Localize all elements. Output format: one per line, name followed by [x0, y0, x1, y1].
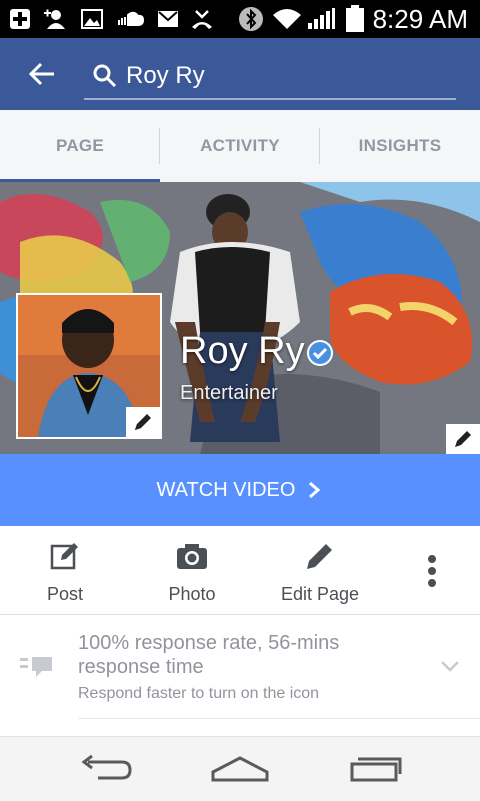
search-query-text: Roy Ry — [126, 62, 205, 89]
compose-icon — [5, 538, 125, 574]
camera-icon — [132, 538, 252, 574]
photo-action-button[interactable]: Photo — [132, 538, 252, 605]
signal-icon — [306, 7, 336, 31]
post-action-button[interactable]: Post — [5, 538, 125, 605]
profile-picture[interactable] — [16, 293, 162, 439]
response-rate-title: 100% response rate, 56-mins response tim… — [78, 632, 340, 678]
watch-video-button[interactable]: WATCH VIDEO — [0, 454, 480, 526]
post-action-label: Post — [46, 584, 84, 604]
chevron-down-icon[interactable] — [440, 659, 460, 678]
nav-back-button[interactable] — [66, 749, 146, 789]
message-bubble-icon — [20, 655, 56, 686]
more-vertical-icon — [372, 538, 480, 604]
cover-photo[interactable]: Roy Ry Entertainer — [0, 182, 480, 454]
status-bar: 8:29 AM — [0, 0, 480, 38]
response-rate-row[interactable]: 100% response rate, 56-mins response tim… — [0, 615, 480, 719]
recents-icon — [350, 757, 402, 782]
watch-video-label: WATCH VIDEO — [156, 478, 296, 501]
back-icon — [81, 754, 132, 780]
tab-activity[interactable]: ACTIVITY — [160, 110, 320, 182]
search-input[interactable]: Roy Ry — [84, 54, 456, 100]
edit-page-action-button[interactable]: Edit Page — [260, 538, 380, 605]
divider — [78, 718, 480, 719]
status-time: 8:29 AM — [372, 4, 468, 34]
system-nav-bar — [0, 736, 480, 801]
search-header: Roy Ry — [0, 38, 480, 110]
pencil-icon — [260, 538, 380, 574]
soundcloud-icon — [116, 7, 146, 31]
edit-cover-photo-button[interactable] — [446, 424, 480, 454]
gmail-icon — [156, 7, 180, 31]
home-icon — [211, 756, 269, 782]
nav-recents-button[interactable] — [336, 749, 416, 789]
verified-badge-icon — [307, 340, 333, 366]
wifi-icon — [272, 7, 302, 31]
page-name: Roy Ry — [180, 330, 305, 372]
chevron-right-icon — [309, 481, 321, 499]
image-icon — [80, 7, 104, 31]
response-rate-subtitle: Respond faster to turn on the icon — [78, 685, 320, 702]
pencil-icon — [135, 414, 151, 430]
back-arrow-icon[interactable] — [26, 58, 58, 90]
add-friend-icon — [44, 7, 68, 31]
tab-page[interactable]: PAGE — [0, 110, 160, 182]
bluetooth-icon — [238, 7, 264, 31]
battery-icon — [344, 5, 366, 32]
tab-insights[interactable]: INSIGHTS — [320, 110, 480, 182]
search-icon — [92, 63, 118, 94]
more-actions-button[interactable] — [372, 538, 480, 604]
page-actions-row: Post Photo Edit Page — [0, 526, 480, 615]
page-category: Entertainer — [180, 382, 278, 404]
edit-profile-picture-button[interactable] — [126, 407, 160, 437]
nav-home-button[interactable] — [200, 749, 280, 789]
page-tabs: PAGE ACTIVITY INSIGHTS — [0, 110, 480, 183]
pencil-icon — [455, 431, 471, 447]
photo-action-label: Photo — [168, 584, 216, 604]
missed-call-icon — [190, 7, 214, 31]
edit-page-action-label: Edit Page — [280, 584, 360, 604]
plus-box-icon — [8, 7, 32, 31]
